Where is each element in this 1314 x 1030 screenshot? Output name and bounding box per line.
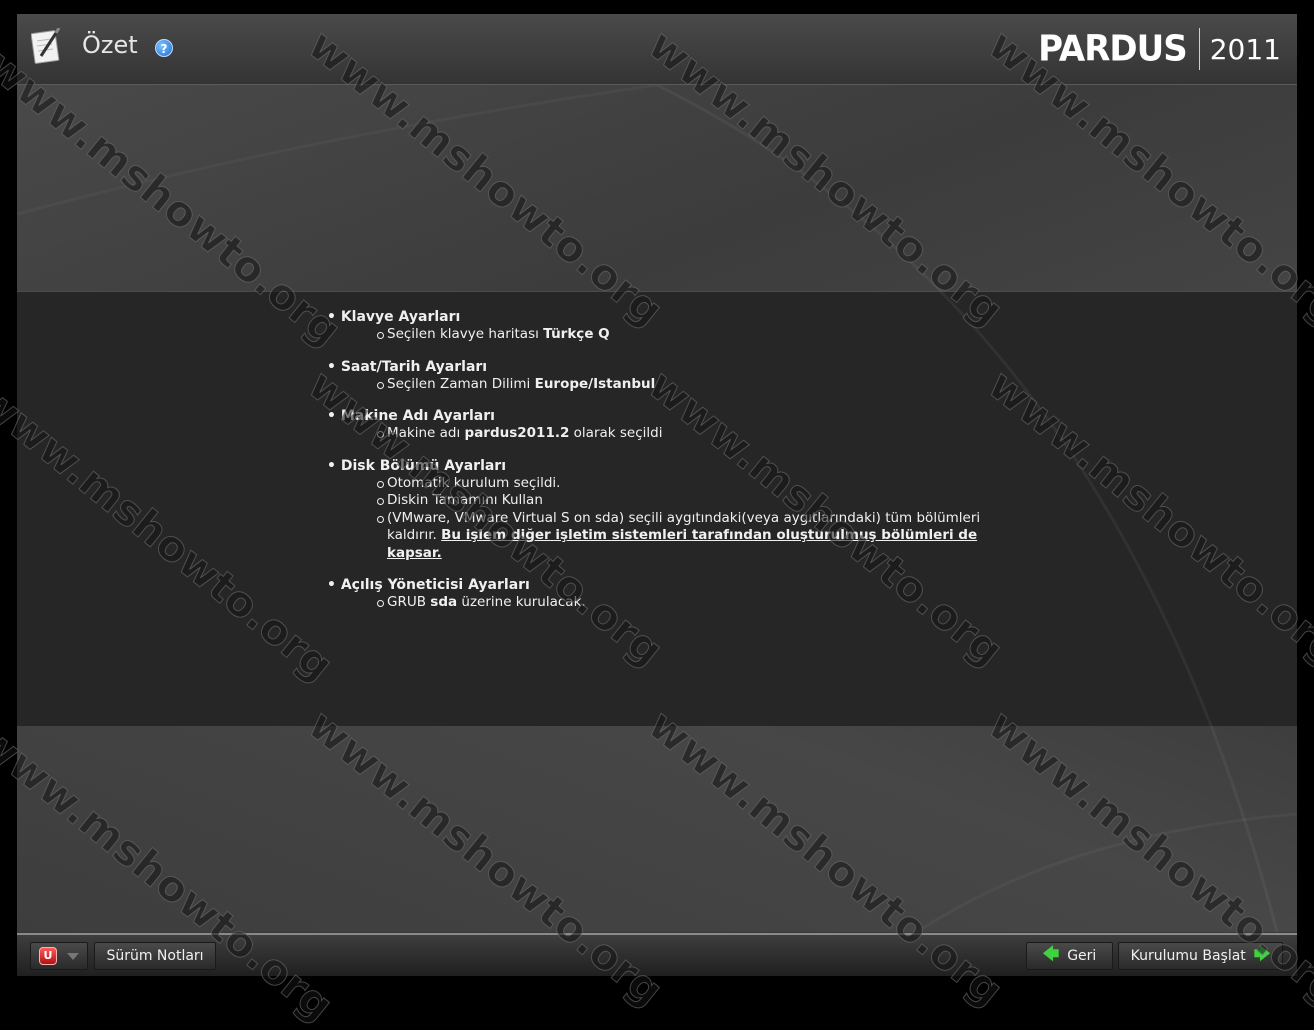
- chevron-down-icon: [67, 952, 79, 960]
- header-bar: Özet ? PARDUS 2011: [17, 14, 1297, 85]
- arrow-left-icon: 🡄: [1042, 943, 1060, 963]
- list-item: Seçilen Zaman Dilimi Europe/Istanbul: [377, 376, 1027, 394]
- warning-text: Bu işlem diğer işletim sistemleri tarafı…: [387, 527, 978, 561]
- footer-bar: U Sürüm Notları 🡄 Geri Kurulumu Başlat 🡆: [17, 933, 1297, 976]
- brand-name: PARDUS: [1038, 28, 1188, 70]
- section-heading: Disk Bölümü Ayarları: [327, 458, 1027, 475]
- list-item: Makine adı pardus2011.2 olarak seçildi: [377, 425, 1027, 443]
- keyboard-section: Klavye Ayarları Seçilen klavye haritası …: [327, 309, 1027, 344]
- brand-logo: PARDUS 2011: [1038, 28, 1281, 70]
- hostname-section: Makine Adı Ayarları Makine adı pardus201…: [327, 408, 1027, 443]
- datetime-section: Saat/Tarih Ayarları Seçilen Zaman Dilimi…: [327, 359, 1027, 394]
- section-heading: Saat/Tarih Ayarları: [327, 359, 1027, 376]
- installation-summary: Klavye Ayarları Seçilen klavye haritası …: [327, 309, 1027, 627]
- power-icon: U: [39, 947, 57, 965]
- help-icon[interactable]: ?: [155, 39, 173, 57]
- brand-separator: [1198, 28, 1200, 70]
- power-menu-button[interactable]: U: [30, 942, 88, 970]
- list-item: (VMware, VMware Virtual S on sda) seçili…: [377, 510, 1027, 563]
- disk-section: Disk Bölümü Ayarları Otomatik kurulum se…: [327, 458, 1027, 563]
- section-heading: Makine Adı Ayarları: [327, 408, 1027, 425]
- release-notes-button[interactable]: Sürüm Notları: [94, 942, 216, 970]
- list-item: Seçilen klavye haritası Türkçe Q: [377, 326, 1027, 344]
- upper-background: [17, 85, 1297, 292]
- lower-background: [17, 726, 1297, 932]
- list-item: Diskin Tamamını Kullan: [377, 492, 1027, 510]
- bootloader-section: Açılış Yöneticisi Ayarları GRUB sda üzer…: [327, 577, 1027, 612]
- installer-window: Özet ? PARDUS 2011 Klavye Ayarları Seçil…: [17, 14, 1297, 976]
- section-heading: Klavye Ayarları: [327, 309, 1027, 326]
- start-installation-label: Kurulumu Başlat: [1130, 948, 1246, 964]
- arrow-right-icon: 🡆: [1253, 943, 1271, 963]
- back-button[interactable]: 🡄 Geri: [1026, 942, 1113, 970]
- section-heading: Açılış Yöneticisi Ayarları: [327, 577, 1027, 594]
- list-item: GRUB sda üzerine kurulacak.: [377, 594, 1027, 612]
- list-item: Otomatik kurulum seçildi.: [377, 475, 1027, 493]
- start-installation-button[interactable]: Kurulumu Başlat 🡆: [1118, 942, 1283, 970]
- notepad-icon: [31, 28, 61, 64]
- back-button-label: Geri: [1067, 948, 1097, 964]
- page-title: Özet: [82, 31, 138, 59]
- brand-year: 2011: [1209, 32, 1281, 66]
